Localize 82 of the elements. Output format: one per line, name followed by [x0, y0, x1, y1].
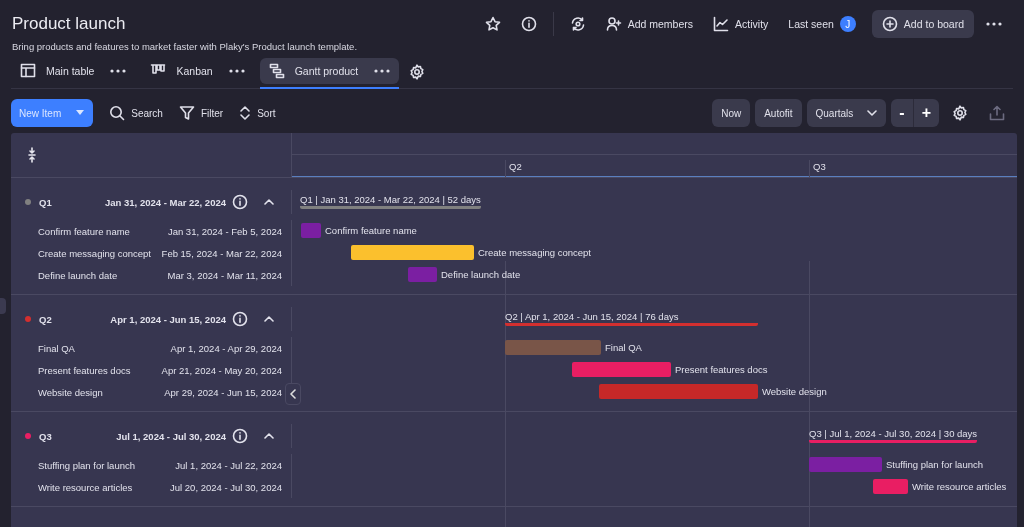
collapse-rows-icon[interactable] [28, 147, 36, 163]
task-bar-label: Define launch date [441, 269, 521, 280]
task-name[interactable]: Define launch date [38, 269, 118, 281]
last-seen-label: Last seen [788, 18, 834, 30]
task-name[interactable]: Website design [38, 386, 103, 398]
group-dates: Apr 1, 2024 - Jun 15, 2024 [110, 313, 226, 325]
zoom-out-button[interactable]: - [891, 99, 913, 127]
task-bar-label: Stuffing plan for launch [886, 459, 983, 470]
view-tab[interactable]: Kanban [141, 58, 254, 84]
info-icon[interactable] [232, 311, 248, 327]
task-name[interactable]: Confirm feature name [38, 225, 130, 237]
plus-circle-icon [881, 16, 898, 32]
group-summary-bar[interactable]: Q1 | Jan 31, 2024 - Mar 22, 2024 | 52 days [300, 194, 481, 209]
task-dates: Feb 15, 2024 - Mar 22, 2024 [161, 247, 282, 259]
group-name[interactable]: Q3 [39, 430, 111, 442]
filter-icon [178, 105, 195, 121]
board-description: Bring products and features to market faster with Plaky's Product launch template. [12, 41, 359, 52]
settings-icon[interactable] [409, 64, 426, 80]
info-icon[interactable] [232, 428, 248, 444]
task-dates: Apr 29, 2024 - Jun 15, 2024 [164, 386, 282, 398]
sort-button[interactable]: Sort [231, 99, 284, 127]
collapse-panel-button[interactable] [285, 383, 301, 405]
task-dates: Jul 1, 2024 - Jul 22, 2024 [175, 459, 282, 471]
task-name[interactable]: Write resource articles [38, 481, 133, 493]
info-icon[interactable] [520, 16, 537, 32]
task-bar-label: Final QA [605, 342, 642, 353]
board-title: Product launch [12, 14, 126, 34]
search-icon [109, 105, 126, 121]
user-avatar[interactable]: J [839, 16, 856, 32]
group-dates: Jul 1, 2024 - Jul 30, 2024 [116, 430, 226, 442]
chevron-left-icon [290, 389, 296, 399]
task-name[interactable]: Final QA [38, 342, 75, 354]
task-name[interactable]: Present features docs [38, 364, 131, 376]
activity-button[interactable]: Activity [705, 12, 777, 36]
quarter-column-header: Q2 [505, 160, 522, 177]
group-dates: Jan 31, 2024 - Mar 22, 2024 [105, 196, 226, 208]
task-bar-label: Create messaging concept [478, 247, 591, 258]
task-name[interactable]: Create messaging concept [38, 247, 151, 259]
search-button[interactable]: Search [101, 99, 171, 127]
line-chart-icon [713, 16, 730, 32]
person-plus-icon [605, 16, 622, 32]
add-to-board-button[interactable]: Add to board [871, 10, 974, 38]
task-bar-label: Website design [762, 386, 827, 397]
view-tab[interactable]: Main table [11, 58, 136, 84]
now-button[interactable]: Now [712, 99, 751, 127]
tab-menu-icon[interactable] [110, 69, 127, 73]
tab-menu-icon[interactable] [228, 69, 245, 73]
sync-icon[interactable] [569, 16, 586, 32]
group-name[interactable]: Q1 [39, 196, 100, 208]
chevron-up-icon[interactable] [264, 199, 274, 205]
sort-icon [239, 105, 252, 121]
task-bar-label: Confirm feature name [325, 225, 417, 236]
info-icon[interactable] [232, 194, 248, 210]
filter-button[interactable]: Filter [170, 99, 232, 127]
autofit-button[interactable]: Autofit [755, 99, 802, 127]
sidebar-toggle-handle[interactable] [0, 298, 6, 314]
task-dates: Jul 20, 2024 - Jul 30, 2024 [170, 481, 282, 493]
settings-icon[interactable] [952, 105, 968, 121]
task-dates: Apr 21, 2024 - May 20, 2024 [161, 364, 282, 376]
task-bar-label: Present features docs [675, 364, 768, 375]
upload-icon[interactable] [989, 105, 1005, 121]
star-icon[interactable] [484, 16, 501, 32]
group-summary-bar[interactable]: Q3 | Jul 1, 2024 - Jul 30, 2024 | 30 days [809, 428, 978, 443]
scale-dropdown[interactable]: Quartals [806, 99, 887, 127]
quarter-column-header: Q3 [809, 160, 826, 177]
group-name[interactable]: Q2 [39, 313, 105, 325]
task-dates: Jan 31, 2024 - Feb 5, 2024 [167, 225, 282, 237]
tab-menu-icon[interactable] [374, 69, 391, 73]
task-dates: Apr 1, 2024 - Apr 29, 2024 [170, 342, 282, 354]
chevron-up-icon[interactable] [264, 433, 274, 439]
table-icon [20, 63, 36, 79]
more-icon[interactable] [986, 22, 1002, 26]
caret-down-icon [75, 110, 86, 116]
task-name[interactable]: Stuffing plan for launch [38, 459, 135, 471]
group-summary-bar[interactable]: Q2 | Apr 1, 2024 - Jun 15, 2024 | 76 days [505, 311, 758, 326]
add-members-button[interactable]: Add members [597, 12, 702, 36]
chevron-up-icon[interactable] [264, 316, 274, 322]
gantt-icon [268, 63, 285, 79]
chevron-down-icon [867, 110, 878, 116]
task-dates: Mar 3, 2024 - Mar 11, 2024 [167, 269, 282, 281]
zoom-in-button[interactable]: + [913, 99, 939, 127]
task-bar-label: Write resource articles [912, 481, 1007, 492]
